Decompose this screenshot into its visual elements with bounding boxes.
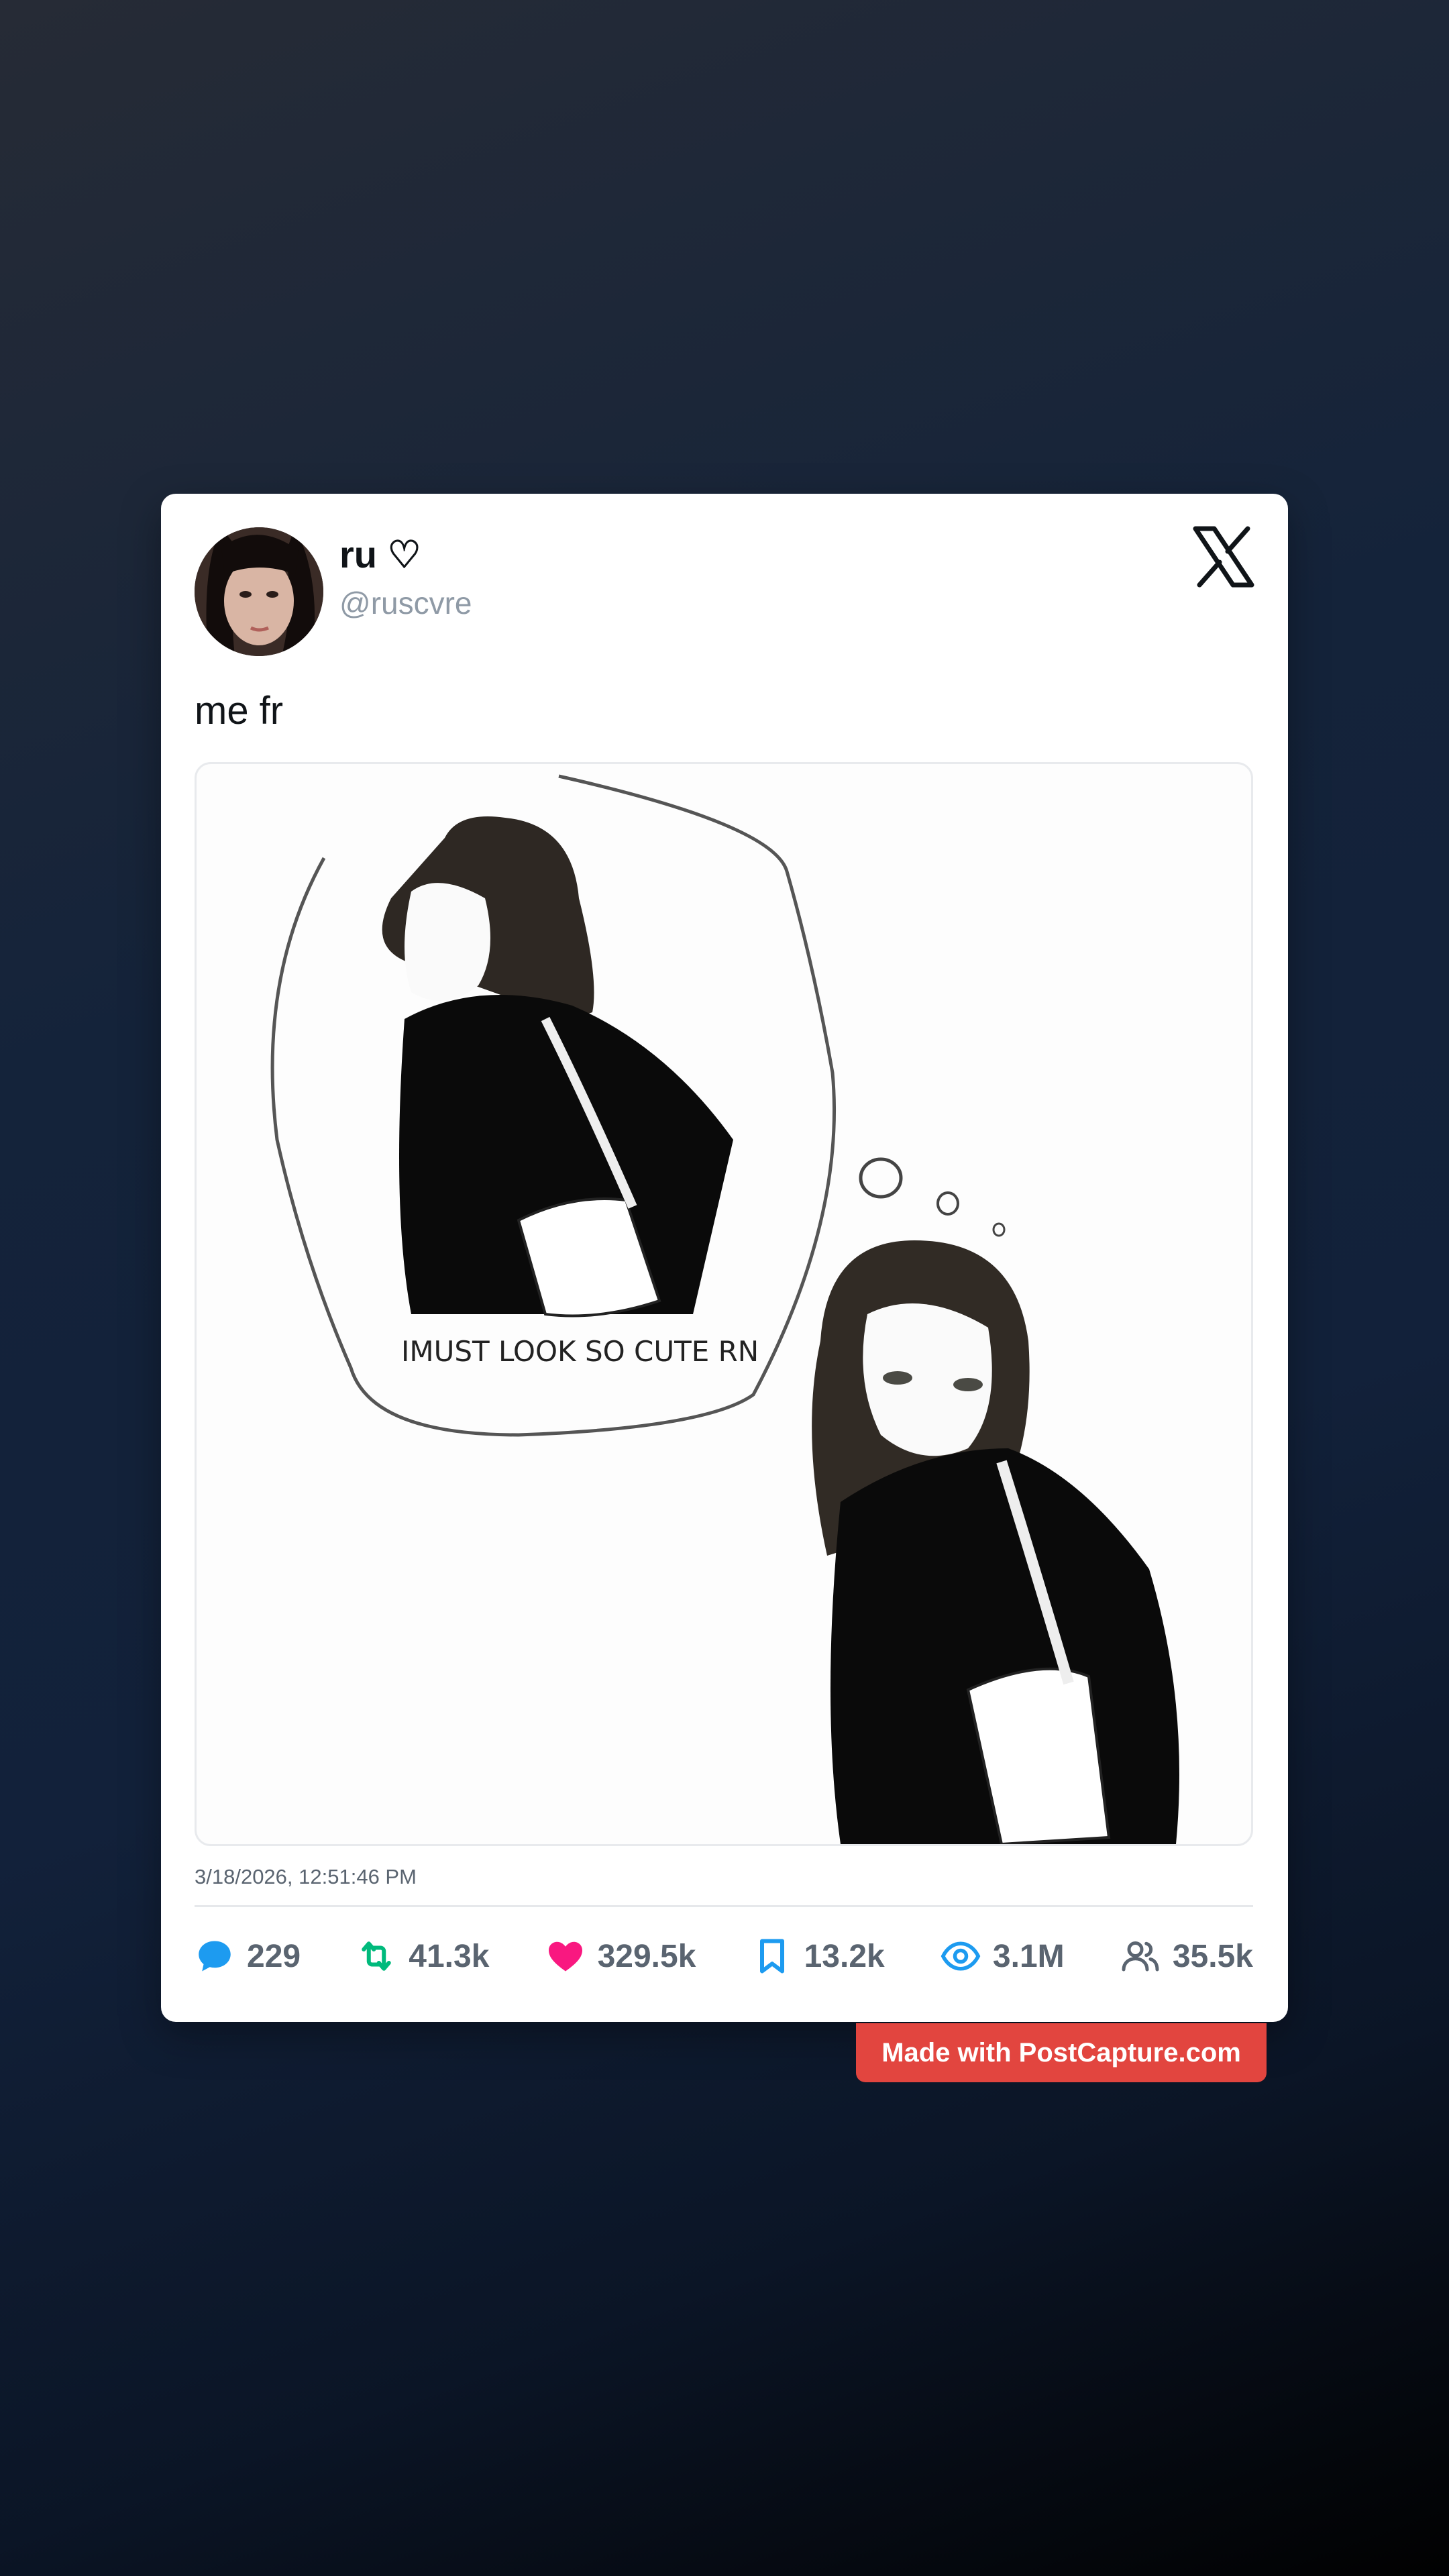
users-icon xyxy=(1122,1941,1159,1972)
post-card: ru ♡ @ruscvre me fr IMUST LOOK SO CUTE R… xyxy=(161,494,1288,2022)
x-logo-icon xyxy=(1191,525,1256,589)
engagement-stats: 229 41.3k 329.5k 13.2k 3.1M 35.5k xyxy=(195,1929,1253,1983)
postcapture-badge[interactable]: Made with PostCapture.com xyxy=(856,2023,1267,2082)
display-name[interactable]: ru ♡ xyxy=(339,533,421,577)
divider xyxy=(195,1905,1253,1907)
reply-count: 229 xyxy=(247,1938,301,1974)
avatar[interactable] xyxy=(195,527,323,656)
followers-stat[interactable]: 35.5k xyxy=(1120,1936,1253,1976)
eye-icon xyxy=(941,1941,981,1971)
bookmark-icon xyxy=(759,1939,784,1974)
reply-icon xyxy=(199,1941,231,1972)
views-count: 3.1M xyxy=(992,1938,1065,1974)
like-stat[interactable]: 329.5k xyxy=(545,1936,696,1976)
bookmark-stat[interactable]: 13.2k xyxy=(752,1936,885,1976)
repost-icon xyxy=(362,1941,392,1971)
reply-stat[interactable]: 229 xyxy=(195,1936,301,1976)
repost-stat[interactable]: 41.3k xyxy=(356,1936,489,1976)
bookmark-count: 13.2k xyxy=(804,1938,885,1974)
views-stat[interactable]: 3.1M xyxy=(941,1936,1065,1976)
repost-count: 41.3k xyxy=(409,1938,490,1974)
post-timestamp: 3/18/2026, 12:51:46 PM xyxy=(195,1865,417,1888)
heart-icon xyxy=(548,1941,582,1972)
followers-count: 35.5k xyxy=(1172,1938,1253,1974)
image-caption: IMUST LOOK SO CUTE RN xyxy=(401,1335,759,1368)
user-handle[interactable]: @ruscvre xyxy=(339,585,472,621)
post-text: me fr xyxy=(195,689,284,733)
like-count: 329.5k xyxy=(597,1938,696,1974)
post-image[interactable]: IMUST LOOK SO CUTE RN xyxy=(195,762,1253,1846)
